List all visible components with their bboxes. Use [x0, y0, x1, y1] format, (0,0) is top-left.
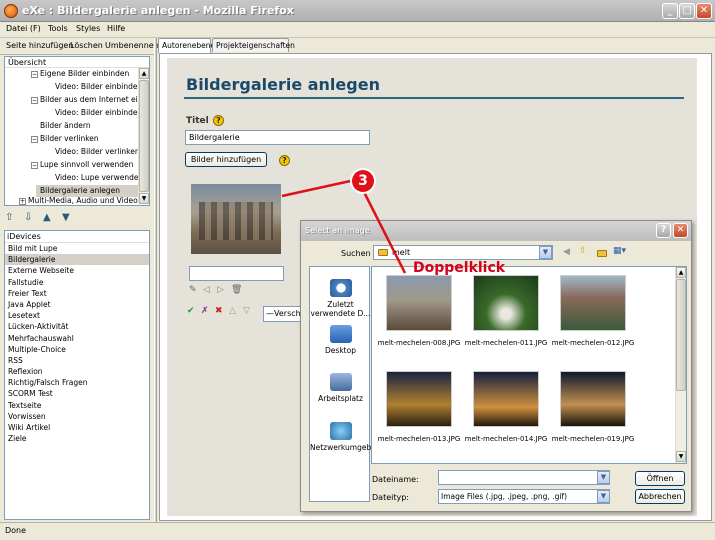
annotation-lines [281, 178, 407, 274]
status-bar: Done [0, 522, 715, 540]
step-marker: 3 [352, 170, 374, 192]
annotation-hint: Doppelklick [413, 260, 506, 276]
status-text: Done [5, 526, 27, 535]
